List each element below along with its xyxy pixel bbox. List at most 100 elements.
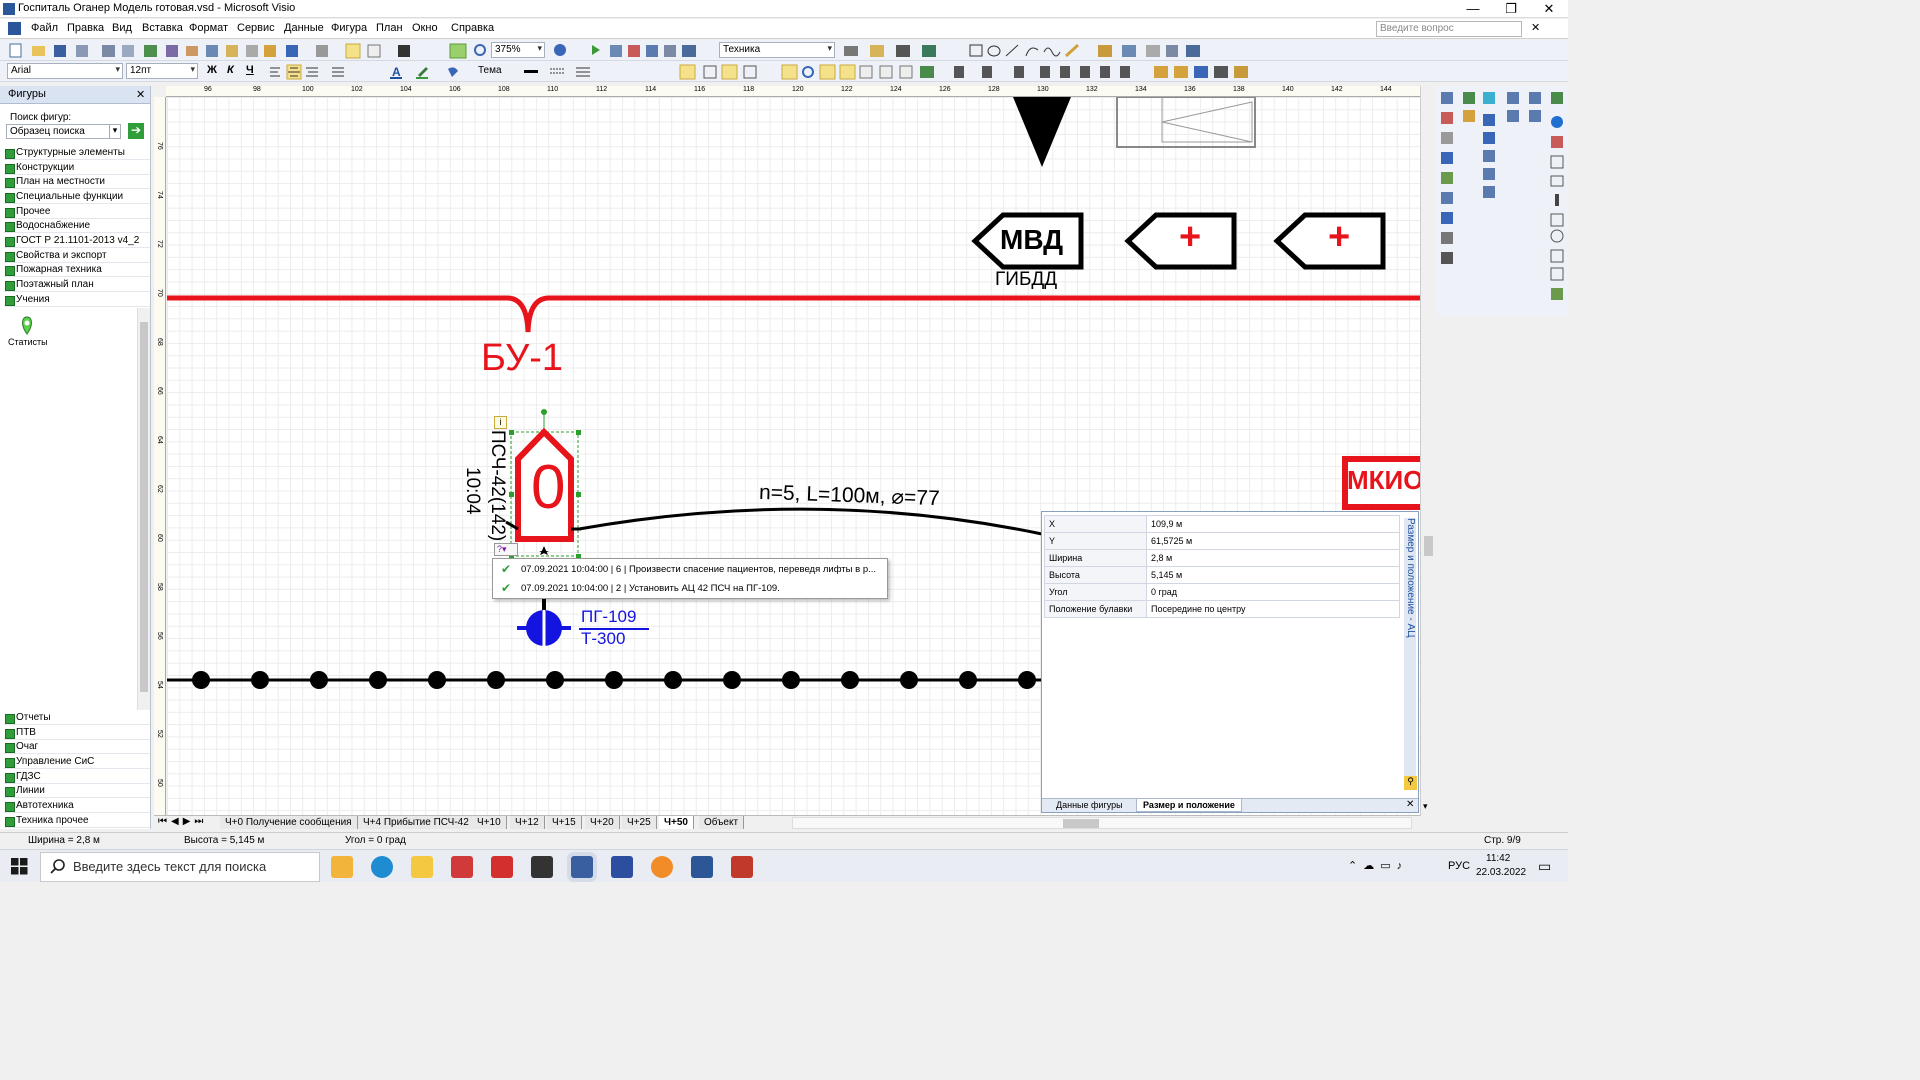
code-app-icon[interactable] bbox=[531, 856, 553, 878]
clock-time[interactable]: 11:42 bbox=[1486, 853, 1510, 864]
word-app-icon[interactable] bbox=[691, 856, 713, 878]
menu-help[interactable]: Справка bbox=[451, 22, 494, 34]
theme-button[interactable]: Тема bbox=[478, 65, 502, 76]
chevron-down-icon[interactable]: ▾ bbox=[1423, 801, 1428, 812]
category-forces-management[interactable]: Управление СиС bbox=[4, 755, 150, 769]
property-value[interactable]: 2,8 м bbox=[1146, 549, 1400, 567]
tab-page-25[interactable]: Ч+25 bbox=[622, 816, 657, 829]
help-question-input[interactable]: Введите вопрос bbox=[1376, 21, 1522, 37]
property-value[interactable]: 0 град bbox=[1146, 583, 1400, 601]
menu-data[interactable]: Данные bbox=[284, 22, 324, 34]
tab-page-20[interactable]: Ч+20 bbox=[585, 816, 620, 829]
zoom-combo[interactable]: 375% bbox=[491, 42, 545, 58]
menu-file[interactable]: Файл bbox=[31, 22, 58, 34]
menu-insert[interactable]: Вставка bbox=[142, 22, 183, 34]
docked-toolbar-icons[interactable] bbox=[1436, 86, 1568, 316]
horizontal-ruler[interactable]: 96 98 100 102 104 106 108 110 112 114 11… bbox=[166, 86, 1422, 97]
hose-line[interactable] bbox=[578, 507, 1043, 536]
menu-format[interactable]: Формат bbox=[189, 22, 228, 34]
pdf-app-icon[interactable] bbox=[491, 856, 513, 878]
file-explorer-icon[interactable] bbox=[411, 856, 433, 878]
menu-view[interactable]: Вид bbox=[112, 22, 132, 34]
font-size-combo[interactable]: 12пт bbox=[126, 63, 198, 79]
horizontal-scrollbar[interactable] bbox=[792, 817, 1412, 829]
category-floor-plan[interactable]: Поэтажный план bbox=[4, 278, 150, 292]
category-properties-export[interactable]: Свойства и экспорт bbox=[4, 249, 150, 263]
shapes-scrollbar[interactable] bbox=[137, 308, 150, 710]
category-other-equipment[interactable]: Техника прочее bbox=[4, 814, 150, 828]
tab-page-4[interactable]: Ч+4 Прибытие ПСЧ-42 bbox=[358, 816, 475, 829]
firefox-icon[interactable] bbox=[651, 856, 673, 878]
close-button[interactable]: ✕ bbox=[1530, 0, 1568, 18]
font-combo[interactable]: Arial bbox=[7, 63, 123, 79]
category-fire-source[interactable]: Очаг bbox=[4, 740, 150, 754]
standard-toolbar-icons[interactable] bbox=[6, 42, 486, 59]
shape-toolbar-icons[interactable] bbox=[520, 63, 1260, 80]
panel-close-icon[interactable]: ✕ bbox=[1406, 799, 1414, 810]
category-ptv[interactable]: ПТВ bbox=[4, 726, 150, 740]
category-gost[interactable]: ГОСТ Р 21.1101-2013 v4_2 bbox=[4, 234, 150, 248]
popup-action-item[interactable]: 07.09.2021 10:04:00 | 6 | Произвести спа… bbox=[521, 564, 876, 575]
building-outline[interactable] bbox=[1116, 97, 1256, 148]
menu-edit[interactable]: Правка bbox=[67, 22, 104, 34]
category-gdzs[interactable]: ГДЗС bbox=[4, 770, 150, 784]
category-water-supply[interactable]: Водоснабжение bbox=[4, 219, 150, 233]
smart-tag-button[interactable]: ?▾ bbox=[494, 543, 518, 556]
property-value[interactable]: 5,145 м bbox=[1146, 566, 1400, 584]
windows-start-icon[interactable] bbox=[11, 858, 28, 875]
tab-page-15[interactable]: Ч+15 bbox=[547, 816, 582, 829]
property-value[interactable]: Посередине по центру bbox=[1146, 600, 1400, 618]
clock-date[interactable]: 22.03.2022 bbox=[1476, 867, 1526, 878]
paragraph-toolbar-icons[interactable]: A bbox=[266, 63, 476, 80]
rotation-handle[interactable] bbox=[541, 409, 547, 415]
popup-action-item[interactable]: 07.09.2021 10:04:00 | 2 | Установить АЦ … bbox=[521, 583, 780, 594]
category-terrain-plan[interactable]: План на местности bbox=[4, 175, 150, 189]
vertical-ruler[interactable]: 76 74 72 70 68 66 64 62 60 58 56 54 52 5… bbox=[154, 97, 166, 816]
search-go-icon[interactable]: ➔ bbox=[128, 123, 144, 139]
tab-page-50[interactable]: Ч+50 bbox=[659, 816, 694, 829]
taskbar-search-input[interactable]: Введите здесь текст для поиска bbox=[40, 852, 320, 882]
menu-plan[interactable]: План bbox=[376, 22, 403, 34]
shape-search-input[interactable]: Образец поиска bbox=[6, 124, 121, 139]
category-reports[interactable]: Отчеты bbox=[4, 711, 150, 725]
chevron-down-icon[interactable]: ▾ bbox=[109, 125, 120, 138]
tab-size-position[interactable]: Размер и положение bbox=[1136, 799, 1242, 812]
bu-boundary-line[interactable] bbox=[167, 295, 1420, 333]
tab-object[interactable]: Объект bbox=[699, 816, 745, 829]
pin-icon[interactable]: ⚲ bbox=[1404, 776, 1417, 790]
category-special-functions[interactable]: Специальные функции bbox=[4, 190, 150, 204]
store-app-icon[interactable] bbox=[331, 856, 353, 878]
property-value[interactable]: 61,5725 м bbox=[1146, 532, 1400, 550]
page-navigation-arrows[interactable]: ⏮◀▶⏭ bbox=[158, 816, 207, 827]
minimize-button[interactable]: — bbox=[1454, 0, 1492, 18]
category-constructions[interactable]: Конструкции bbox=[4, 161, 150, 175]
input-language[interactable]: РУС bbox=[1448, 860, 1470, 872]
category-structural[interactable]: Структурные элементы bbox=[4, 146, 150, 160]
tab-page-12[interactable]: Ч+12 bbox=[510, 816, 545, 829]
shapes-panel-close-icon[interactable]: ✕ bbox=[136, 88, 145, 101]
app-icon[interactable] bbox=[731, 856, 753, 878]
tab-page-0[interactable]: Ч+0 Получение сообщения bbox=[220, 816, 358, 829]
bold-button[interactable]: Ж bbox=[207, 64, 217, 76]
view-toolbar-icons[interactable] bbox=[552, 42, 712, 59]
visio-app-icon[interactable] bbox=[611, 856, 633, 878]
menu-tools[interactable]: Сервис bbox=[237, 22, 275, 34]
style-combo[interactable]: Техника bbox=[719, 42, 835, 58]
stencil-pin-icon[interactable] bbox=[20, 316, 34, 336]
menu-window[interactable]: Окно bbox=[412, 22, 438, 34]
category-other[interactable]: Прочее bbox=[4, 205, 150, 219]
tab-shape-data[interactable]: Данные фигуры bbox=[1056, 800, 1123, 810]
drawing-toolbar-icons[interactable] bbox=[840, 42, 1220, 59]
document-icon[interactable] bbox=[8, 22, 21, 35]
visio-window-icon[interactable] bbox=[571, 856, 593, 878]
italic-button[interactable]: К bbox=[227, 64, 234, 76]
triangle-symbol[interactable] bbox=[1013, 97, 1071, 167]
underline-button[interactable]: Ч bbox=[246, 64, 254, 76]
canvas-vertical-scrollbar[interactable]: ▾ bbox=[1420, 86, 1435, 816]
shape-info-icon[interactable]: i bbox=[494, 416, 507, 429]
category-fire-equipment[interactable]: Пожарная техника bbox=[4, 263, 150, 277]
edge-browser-icon[interactable] bbox=[371, 856, 393, 878]
notifications-icon[interactable]: ▭ bbox=[1538, 858, 1551, 875]
maximize-button[interactable]: ❐ bbox=[1492, 0, 1530, 18]
pan-icon[interactable] bbox=[473, 43, 487, 57]
